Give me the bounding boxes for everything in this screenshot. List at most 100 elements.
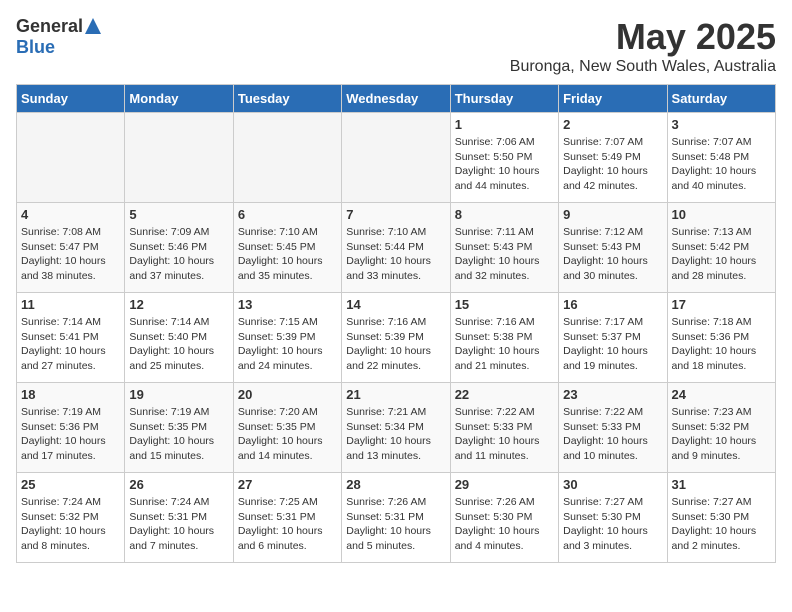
calendar-cell: 11 Sunrise: 7:14 AMSunset: 5:41 PMDayligh… [17, 293, 125, 383]
calendar-cell [342, 113, 450, 203]
calendar-cell: 1 Sunrise: 7:06 AMSunset: 5:50 PMDaylight… [450, 113, 558, 203]
calendar-cell: 31 Sunrise: 7:27 AMSunset: 5:30 PMDayligh… [667, 473, 775, 563]
day-number: 18 [21, 387, 120, 402]
calendar-cell: 26 Sunrise: 7:24 AMSunset: 5:31 PMDayligh… [125, 473, 233, 563]
calendar-cell: 27 Sunrise: 7:25 AMSunset: 5:31 PMDayligh… [233, 473, 341, 563]
day-number: 30 [563, 477, 662, 492]
day-info: Sunrise: 7:12 AMSunset: 5:43 PMDaylight:… [563, 225, 662, 284]
calendar-cell: 9 Sunrise: 7:12 AMSunset: 5:43 PMDaylight… [559, 203, 667, 293]
day-info: Sunrise: 7:07 AMSunset: 5:48 PMDaylight:… [672, 135, 771, 194]
day-number: 20 [238, 387, 337, 402]
calendar-cell: 12Sunrise: 7:14 AMSunset: 5:40 PMDayligh… [125, 293, 233, 383]
col-sunday: Sunday [17, 85, 125, 113]
week-row-4: 18 Sunrise: 7:19 AMSunset: 5:36 PMDayligh… [17, 383, 776, 473]
day-info: Sunrise: 7:07 AMSunset: 5:49 PMDaylight:… [563, 135, 662, 194]
day-number: 21 [346, 387, 445, 402]
day-info: Sunrise: 7:10 AMSunset: 5:45 PMDaylight:… [238, 225, 337, 284]
day-info: Sunrise: 7:06 AMSunset: 5:50 PMDaylight:… [455, 135, 554, 194]
day-info: Sunrise: 7:24 AMSunset: 5:31 PMDaylight:… [129, 495, 228, 554]
day-info: Sunrise: 7:09 AMSunset: 5:46 PMDaylight:… [129, 225, 228, 284]
month-title: May 2025 [510, 16, 776, 58]
day-info: Sunrise: 7:18 AMSunset: 5:36 PMDaylight:… [672, 315, 771, 374]
day-number: 11 [21, 297, 120, 312]
col-monday: Monday [125, 85, 233, 113]
calendar-cell: 17 Sunrise: 7:18 AMSunset: 5:36 PMDayligh… [667, 293, 775, 383]
calendar-cell [125, 113, 233, 203]
logo: General Blue [16, 16, 101, 58]
day-info: Sunrise: 7:22 AMSunset: 5:33 PMDaylight:… [563, 405, 662, 464]
page-header: General Blue May 2025 Buronga, New South… [16, 16, 776, 76]
calendar-cell: 13Sunrise: 7:15 AMSunset: 5:39 PMDayligh… [233, 293, 341, 383]
logo-general-text: General [16, 16, 83, 37]
day-info: Sunrise: 7:16 AMSunset: 5:38 PMDaylight:… [455, 315, 554, 374]
day-number: 10 [672, 207, 771, 222]
day-number: 31 [672, 477, 771, 492]
day-number: 2 [563, 117, 662, 132]
day-info: Sunrise: 7:27 AMSunset: 5:30 PMDaylight:… [672, 495, 771, 554]
calendar-cell: 24 Sunrise: 7:23 AMSunset: 5:32 PMDayligh… [667, 383, 775, 473]
calendar-cell: 15 Sunrise: 7:16 AMSunset: 5:38 PMDayligh… [450, 293, 558, 383]
day-number: 9 [563, 207, 662, 222]
calendar-cell: 8 Sunrise: 7:11 AMSunset: 5:43 PMDaylight… [450, 203, 558, 293]
calendar-table: Sunday Monday Tuesday Wednesday Thursday… [16, 84, 776, 563]
calendar-cell: 5Sunrise: 7:09 AMSunset: 5:46 PMDaylight… [125, 203, 233, 293]
calendar-cell: 19Sunrise: 7:19 AMSunset: 5:35 PMDayligh… [125, 383, 233, 473]
header-row: Sunday Monday Tuesday Wednesday Thursday… [17, 85, 776, 113]
day-info: Sunrise: 7:19 AMSunset: 5:36 PMDaylight:… [21, 405, 120, 464]
day-info: Sunrise: 7:11 AMSunset: 5:43 PMDaylight:… [455, 225, 554, 284]
day-info: Sunrise: 7:25 AMSunset: 5:31 PMDaylight:… [238, 495, 337, 554]
day-info: Sunrise: 7:20 AMSunset: 5:35 PMDaylight:… [238, 405, 337, 464]
day-number: 3 [672, 117, 771, 132]
col-tuesday: Tuesday [233, 85, 341, 113]
day-info: Sunrise: 7:22 AMSunset: 5:33 PMDaylight:… [455, 405, 554, 464]
day-number: 13 [238, 297, 337, 312]
day-number: 24 [672, 387, 771, 402]
day-number: 16 [563, 297, 662, 312]
location-title: Buronga, New South Wales, Australia [510, 58, 776, 76]
calendar-cell: 6 Sunrise: 7:10 AMSunset: 5:45 PMDaylight… [233, 203, 341, 293]
day-number: 23 [563, 387, 662, 402]
title-section: May 2025 Buronga, New South Wales, Austr… [510, 16, 776, 76]
day-number: 12 [129, 297, 228, 312]
day-number: 7 [346, 207, 445, 222]
day-number: 27 [238, 477, 337, 492]
day-info: Sunrise: 7:14 AMSunset: 5:41 PMDaylight:… [21, 315, 120, 374]
week-row-5: 25Sunrise: 7:24 AMSunset: 5:32 PMDayligh… [17, 473, 776, 563]
day-info: Sunrise: 7:16 AMSunset: 5:39 PMDaylight:… [346, 315, 445, 374]
calendar-cell: 29Sunrise: 7:26 AMSunset: 5:30 PMDayligh… [450, 473, 558, 563]
calendar-cell: 22 Sunrise: 7:22 AMSunset: 5:33 PMDayligh… [450, 383, 558, 473]
day-number: 6 [238, 207, 337, 222]
day-number: 28 [346, 477, 445, 492]
calendar-cell [233, 113, 341, 203]
day-number: 15 [455, 297, 554, 312]
calendar-cell: 16 Sunrise: 7:17 AMSunset: 5:37 PMDayligh… [559, 293, 667, 383]
calendar-cell: 4Sunrise: 7:08 AMSunset: 5:47 PMDaylight… [17, 203, 125, 293]
calendar-cell: 10 Sunrise: 7:13 AMSunset: 5:42 PMDayligh… [667, 203, 775, 293]
calendar-cell: 18 Sunrise: 7:19 AMSunset: 5:36 PMDayligh… [17, 383, 125, 473]
calendar-cell: 14Sunrise: 7:16 AMSunset: 5:39 PMDayligh… [342, 293, 450, 383]
day-info: Sunrise: 7:13 AMSunset: 5:42 PMDaylight:… [672, 225, 771, 284]
day-info: Sunrise: 7:26 AMSunset: 5:31 PMDaylight:… [346, 495, 445, 554]
col-friday: Friday [559, 85, 667, 113]
day-number: 17 [672, 297, 771, 312]
day-number: 1 [455, 117, 554, 132]
col-wednesday: Wednesday [342, 85, 450, 113]
col-saturday: Saturday [667, 85, 775, 113]
day-number: 8 [455, 207, 554, 222]
calendar-cell: 7 Sunrise: 7:10 AMSunset: 5:44 PMDaylight… [342, 203, 450, 293]
calendar-cell: 28 Sunrise: 7:26 AMSunset: 5:31 PMDayligh… [342, 473, 450, 563]
day-number: 26 [129, 477, 228, 492]
day-info: Sunrise: 7:23 AMSunset: 5:32 PMDaylight:… [672, 405, 771, 464]
calendar-cell [17, 113, 125, 203]
week-row-3: 11 Sunrise: 7:14 AMSunset: 5:41 PMDayligh… [17, 293, 776, 383]
calendar-cell: 25Sunrise: 7:24 AMSunset: 5:32 PMDayligh… [17, 473, 125, 563]
col-thursday: Thursday [450, 85, 558, 113]
day-number: 29 [455, 477, 554, 492]
logo-icon [85, 18, 101, 34]
day-number: 25 [21, 477, 120, 492]
day-number: 22 [455, 387, 554, 402]
day-info: Sunrise: 7:19 AMSunset: 5:35 PMDaylight:… [129, 405, 228, 464]
day-info: Sunrise: 7:10 AMSunset: 5:44 PMDaylight:… [346, 225, 445, 284]
day-info: Sunrise: 7:08 AMSunset: 5:47 PMDaylight:… [21, 225, 120, 284]
day-info: Sunrise: 7:17 AMSunset: 5:37 PMDaylight:… [563, 315, 662, 374]
